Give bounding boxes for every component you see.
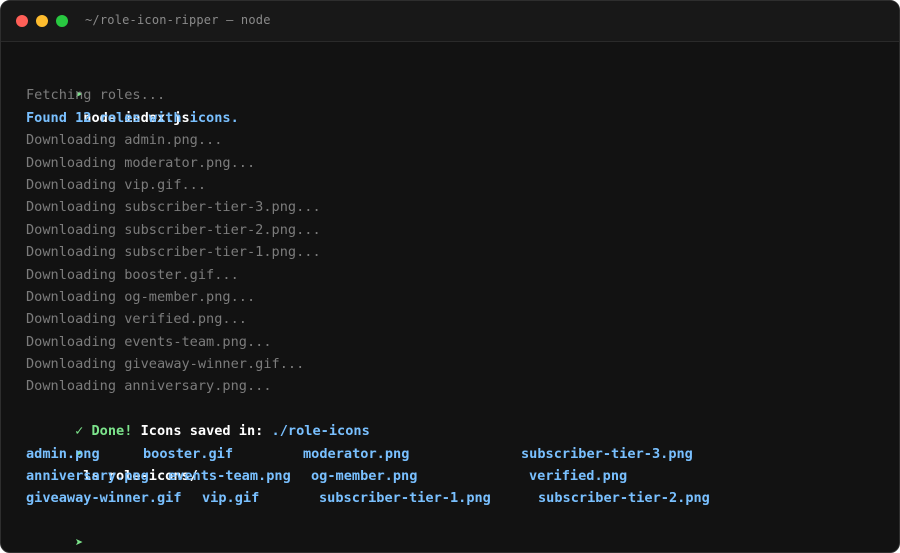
done-label: Done!: [91, 423, 133, 440]
file-entry: og-member.png: [311, 468, 418, 485]
file-entry: events-team.png: [168, 468, 291, 485]
window-title: ~/role-icon-ripper — node: [85, 13, 271, 27]
ls-output-row: anniversary.png events-team.png og-membe…: [26, 465, 889, 487]
file-entry: booster.gif: [143, 445, 234, 462]
download-line: Downloading verified.png...: [26, 311, 247, 328]
file-entry: subscriber-tier-3.png: [521, 445, 693, 462]
file-entry: moderator.png: [303, 445, 410, 462]
download-line: Downloading og-member.png...: [26, 288, 256, 305]
download-line: Downloading events-team.png...: [26, 333, 272, 350]
terminal-output[interactable]: ➤ node index.js Fetching roles... Found …: [26, 62, 889, 551]
output-line: Fetching roles...: [26, 87, 166, 104]
done-text: Icons saved in:: [140, 423, 264, 440]
download-line: Downloading vip.gif...: [26, 176, 207, 193]
download-line: Downloading giveaway-winner.gif...: [26, 356, 305, 373]
output-line: Found 12 roles with icons.: [26, 109, 239, 126]
close-window-button[interactable]: [16, 15, 28, 27]
command-line: ➤ node index.js: [26, 62, 889, 125]
download-line: Downloading anniversary.png...: [26, 378, 272, 395]
download-line: Downloading subscriber-tier-1.png...: [26, 244, 321, 261]
download-line: Downloading booster.gif...: [26, 266, 239, 283]
title-bar: ~/role-icon-ripper — node: [1, 1, 899, 42]
download-line: Downloading moderator.png...: [26, 154, 256, 171]
download-line: Downloading subscriber-tier-3.png...: [26, 199, 321, 216]
download-line: Downloading subscriber-tier-2.png...: [26, 221, 321, 238]
file-entry: giveaway-winner.gif: [26, 490, 182, 507]
prompt-arrow-icon: ➤: [75, 535, 84, 552]
file-entry: subscriber-tier-2.png: [538, 490, 710, 507]
input-line[interactable]: ➤: [26, 510, 889, 551]
download-line: Downloading admin.png...: [26, 132, 223, 149]
file-entry: verified.png: [529, 468, 628, 485]
file-entry: admin.png: [26, 445, 100, 462]
maximize-window-button[interactable]: [56, 15, 68, 27]
file-entry: subscriber-tier-1.png: [319, 490, 491, 507]
minimize-window-button[interactable]: [36, 15, 48, 27]
terminal-window: ~/role-icon-ripper — node ➤ node index.j…: [0, 0, 900, 553]
done-line: ✓ Done! Icons saved in: ./role-icons: [26, 398, 889, 439]
ls-output-row: admin.png booster.gif moderator.png subs…: [26, 443, 889, 465]
file-entry: vip.gif: [202, 490, 260, 507]
file-entry: anniversary.png: [26, 468, 149, 485]
ls-output-row: giveaway-winner.gif vip.gif subscriber-t…: [26, 487, 889, 509]
output-path: ./role-icons: [271, 423, 370, 440]
